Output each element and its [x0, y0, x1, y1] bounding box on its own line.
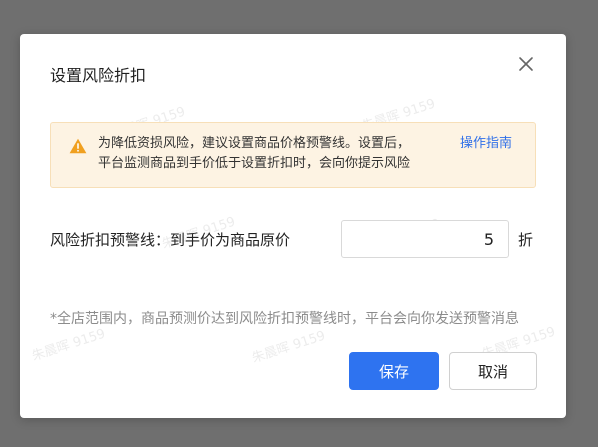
discount-unit: 折 [518, 231, 534, 249]
watermark: 朱晨晖 9159 [30, 326, 108, 365]
alert-message: 为降低资损风险，建议设置商品价格预警线。设置后， 平台监测商品到手价低于设置折扣… [98, 134, 410, 174]
warning-icon [69, 138, 87, 154]
close-button[interactable] [514, 52, 538, 76]
risk-discount-dialog: 朱晨晖 9159 朱晨晖 9159 朱晨晖 9159 朱晨晖 9159 朱晨晖 … [20, 34, 566, 418]
alert-message-line1: 为降低资损风险，建议设置商品价格预警线。设置后， [98, 136, 411, 151]
risk-alert-banner: 为降低资损风险，建议设置商品价格预警线。设置后， 平台监测商品到手价低于设置折扣… [50, 122, 536, 188]
alert-message-line2: 平台监测商品到手价低于设置折扣时，会向你提示风险 [98, 156, 411, 171]
watermark: 朱晨晖 9159 [250, 328, 328, 367]
discount-input[interactable] [341, 220, 509, 258]
save-button[interactable]: 保存 [349, 352, 439, 390]
operation-guide-link[interactable]: 操作指南 [460, 134, 512, 154]
close-icon [519, 57, 533, 71]
dialog-title: 设置风险折扣 [50, 66, 147, 85]
risk-discount-label: 风险折扣预警线：到手价为商品原价 [50, 231, 291, 249]
cancel-button[interactable]: 取消 [449, 352, 537, 390]
footnote-text: *全店范围内，商品预测价达到风险折扣预警线时，平台会向你发送预警消息 [50, 311, 519, 327]
